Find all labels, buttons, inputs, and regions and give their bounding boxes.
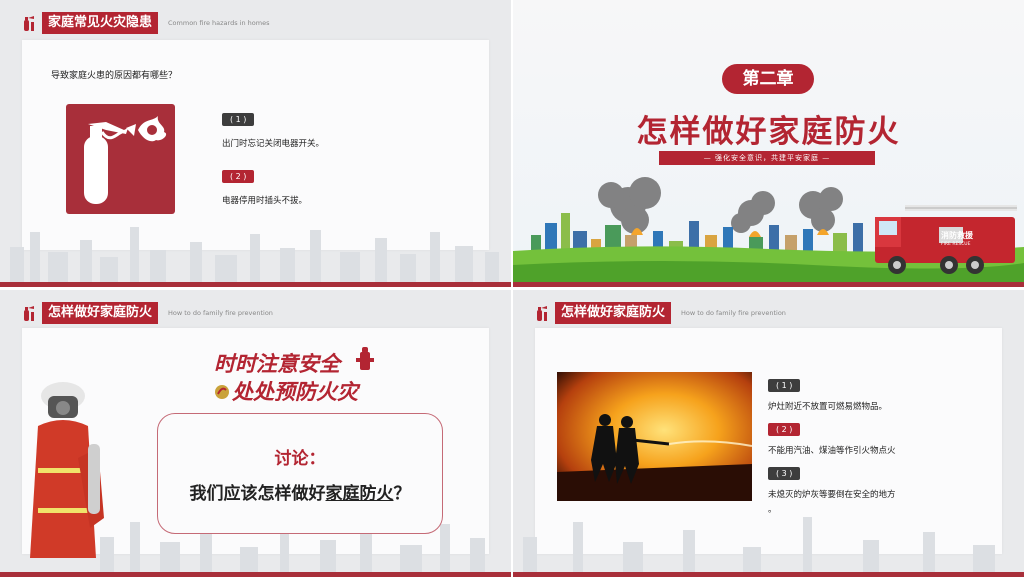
bottom-accent-bar bbox=[513, 282, 1024, 287]
question-underlined: 家庭防火 bbox=[325, 484, 394, 504]
discussion-label: 讨论： bbox=[274, 449, 326, 469]
slogan-line-2: 处处预防火灾 bbox=[232, 380, 358, 404]
hazard-item-2: ( 2 ) 电器停用时插头不拔。 bbox=[222, 164, 307, 206]
slide-chapter-two[interactable]: 第二章 怎样做好家庭防火 — 强化安全意识，共建平安家庭 — 消防救援 FIRE… bbox=[513, 0, 1024, 287]
hazard-item-1: ( 1 ) 出门时忘记关闭电器开关。 bbox=[222, 107, 324, 149]
fire-extinguisher-icon bbox=[537, 306, 547, 321]
item-text: 炉灶附近不放置可燃易燃物品。 bbox=[768, 402, 888, 412]
item-text: 不能用汽油、煤油等作引火物点火 bbox=[768, 446, 896, 456]
tip-item-1: ( 1 ) 炉灶附近不放置可燃易燃物品。 bbox=[768, 373, 887, 412]
bottom-accent-bar bbox=[0, 282, 511, 287]
question-prefix: 我们应该怎样做好 bbox=[189, 484, 326, 504]
tip-item-2: ( 2 ) 不能用汽油、煤油等作引火物点火 bbox=[768, 417, 896, 456]
section-title-en: How to do family fire prevention bbox=[168, 309, 273, 317]
discussion-question: 我们应该怎样做好家庭防火？ bbox=[158, 479, 442, 504]
slide-header: 怎样做好家庭防火 How to do family fire preventio… bbox=[22, 302, 273, 324]
item-number: ( 3 ) bbox=[768, 467, 801, 480]
slide-discussion[interactable]: 怎样做好家庭防火 How to do family fire preventio… bbox=[0, 290, 511, 577]
question-text: 导致家庭火患的原因都有哪些？ bbox=[51, 71, 178, 81]
bottom-accent-bar bbox=[0, 572, 511, 577]
city-skyline-graphic bbox=[10, 227, 499, 282]
chapter-badge: 第二章 bbox=[722, 64, 814, 94]
item-text: 未熄灭的炉灰等要倒在安全的地方 bbox=[768, 490, 896, 500]
item-text: 出门时忘记关闭电器开关。 bbox=[222, 139, 325, 149]
section-title: 怎样做好家庭防火 bbox=[555, 302, 672, 324]
section-title: 怎样做好家庭防火 bbox=[42, 302, 159, 324]
slide-prevention-tips[interactable]: 怎样做好家庭防火 How to do family fire preventio… bbox=[513, 290, 1024, 577]
chapter-subtitle: — 强化安全意识，共建平安家庭 — bbox=[659, 151, 875, 165]
item-number: ( 2 ) bbox=[222, 170, 255, 183]
firefighter-illustration bbox=[30, 382, 104, 558]
discussion-box: 讨论： 我们应该怎样做好家庭防火？ bbox=[157, 413, 443, 534]
extinguisher-spray-icon bbox=[84, 116, 167, 204]
truck-label: 消防救援 bbox=[941, 231, 973, 240]
slide-header: 怎样做好家庭防火 How to do family fire preventio… bbox=[535, 302, 786, 324]
slide-header: 家庭常见火灾隐患 Common fire hazards in homes bbox=[22, 12, 270, 34]
slogan-line-1: 时时注意安全 bbox=[214, 352, 340, 376]
firefighters-photo bbox=[557, 372, 752, 501]
fire-extinguisher-icon bbox=[24, 16, 34, 31]
item-number: ( 2 ) bbox=[768, 423, 801, 436]
bottom-accent-bar bbox=[513, 572, 1024, 577]
truck-label-en: FIRE RESCUE bbox=[941, 242, 971, 247]
city-skyline-graphic bbox=[523, 517, 995, 572]
fire-extinguisher-illustration bbox=[66, 104, 175, 214]
fire-extinguisher-icon bbox=[24, 306, 34, 321]
section-title: 家庭常见火灾隐患 bbox=[42, 12, 159, 34]
item-text-trailing: 。 bbox=[768, 505, 777, 515]
emblem-icon bbox=[215, 385, 229, 399]
item-number: ( 1 ) bbox=[222, 113, 255, 126]
fire-hydrant-icon bbox=[356, 347, 374, 370]
chapter-title: 怎样做好家庭防火 bbox=[636, 114, 901, 150]
item-text: 电器停用时插头不拔。 bbox=[222, 196, 308, 206]
question-suffix: ？ bbox=[393, 484, 411, 504]
section-title-en: Common fire hazards in homes bbox=[168, 19, 270, 27]
item-number: ( 1 ) bbox=[768, 379, 801, 392]
city-fire-scene bbox=[513, 177, 1024, 287]
section-title-en: How to do family fire prevention bbox=[681, 309, 786, 317]
tip-item-3: ( 3 ) 未熄灭的炉灰等要倒在安全的地方 。 bbox=[768, 461, 896, 515]
slide-household-hazards[interactable]: 家庭常见火灾隐患 Common fire hazards in homes 导致… bbox=[0, 0, 511, 287]
